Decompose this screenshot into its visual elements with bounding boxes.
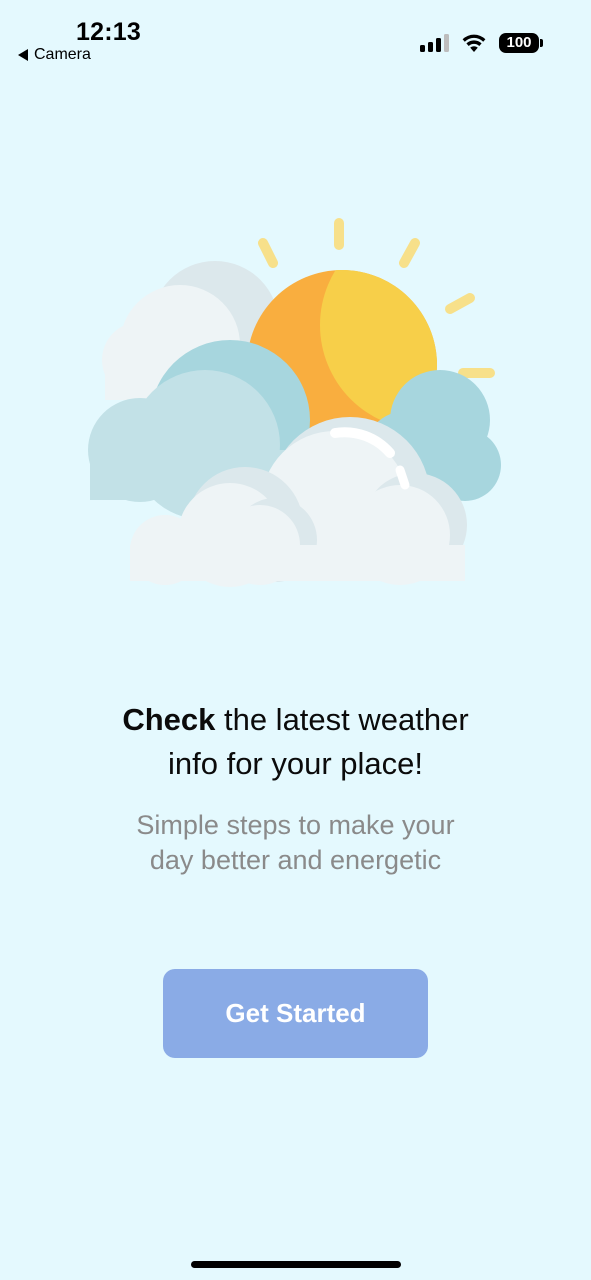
subtext-line-1: Simple steps to make your — [136, 810, 455, 840]
headline-line-2: info for your place! — [167, 746, 424, 781]
subtext: Simple steps to make your day better and… — [0, 808, 591, 878]
wifi-icon — [462, 34, 486, 52]
headline-bold: Check — [122, 702, 216, 737]
back-to-app-link[interactable]: Camera — [18, 46, 91, 64]
headline-rest: the latest weather — [215, 702, 469, 737]
back-app-label: Camera — [34, 46, 91, 63]
status-indicators: 100 — [420, 33, 543, 53]
get-started-button[interactable]: Get Started — [163, 969, 428, 1058]
sun-behind-clouds-icon — [88, 218, 501, 587]
battery-level: 100 — [499, 33, 539, 53]
cellular-signal-icon — [420, 34, 449, 52]
status-time: 12:13 — [76, 18, 141, 46]
status-bar: 12:13 Camera 100 — [0, 0, 591, 80]
subtext-line-2: day better and energetic — [149, 845, 442, 875]
back-caret-icon — [18, 49, 28, 61]
battery-icon: 100 — [499, 33, 543, 53]
home-indicator[interactable] — [191, 1261, 401, 1268]
headline: Check the latest weather info for your p… — [0, 698, 591, 786]
